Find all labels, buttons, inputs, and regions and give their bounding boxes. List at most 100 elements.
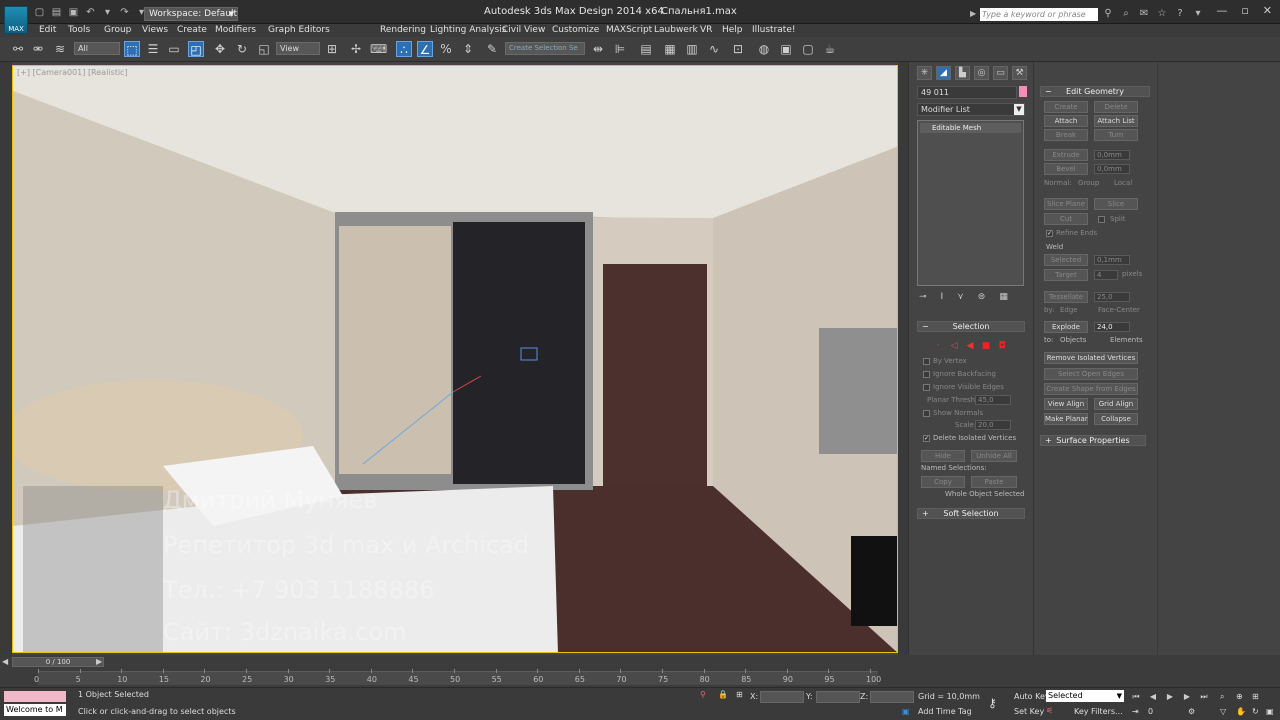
- remove-isolated-button[interactable]: Remove Isolated Vertices: [1044, 352, 1138, 364]
- go-to-start-icon[interactable]: ⏮: [1130, 691, 1142, 702]
- bevel-button[interactable]: Bevel: [1044, 163, 1088, 175]
- vertex-mode-icon[interactable]: ·: [933, 341, 943, 351]
- play-icon[interactable]: ▶: [1164, 691, 1176, 702]
- object-name-field[interactable]: 49 011: [917, 86, 1017, 99]
- tessellate-spinner[interactable]: 25,0: [1094, 292, 1130, 302]
- material-editor-icon[interactable]: ◍: [756, 41, 772, 57]
- rendered-frame-window-icon[interactable]: ▢: [800, 41, 816, 57]
- undo-icon[interactable]: ↶: [85, 7, 96, 18]
- make-planar-button[interactable]: Make Planar: [1044, 413, 1088, 425]
- attach-list-button[interactable]: Attach List: [1094, 115, 1138, 127]
- save-file-icon[interactable]: ▣: [68, 7, 79, 18]
- rectangular-selection-icon[interactable]: ▭: [166, 41, 182, 57]
- unlink-icon[interactable]: ⚮: [30, 41, 46, 57]
- zoom-icon[interactable]: ⌕: [1220, 692, 1224, 702]
- modifier-list-select[interactable]: Modifier List ▼: [917, 103, 1025, 116]
- element-mode-icon[interactable]: ◘: [997, 341, 1007, 351]
- refine-ends-checkbox[interactable]: ✓: [1046, 230, 1053, 237]
- set-keys-icon[interactable]: ⚟: [1046, 706, 1053, 715]
- cut-button[interactable]: Cut: [1044, 213, 1088, 225]
- elements-radio[interactable]: Elements: [1110, 336, 1143, 344]
- selection-rollout-header[interactable]: − Selection: [917, 321, 1025, 332]
- object-color-swatch[interactable]: [1019, 86, 1027, 97]
- collapse-button[interactable]: Collapse: [1094, 413, 1138, 425]
- reference-coordinate-select[interactable]: View: [276, 42, 320, 55]
- camera-viewport[interactable]: [+] [Camera001] [Realistic] Дмитрий Муня…: [12, 65, 898, 653]
- maximize-viewport-icon[interactable]: ▣: [1266, 707, 1274, 716]
- show-end-result-icon[interactable]: Ⅰ: [941, 292, 944, 302]
- maxscript-listener-output[interactable]: [4, 691, 66, 702]
- pan-view-icon[interactable]: ✋: [1236, 707, 1246, 716]
- face-mode-icon[interactable]: ◀: [965, 341, 975, 351]
- select-open-edges-button[interactable]: Select Open Edges: [1044, 368, 1138, 380]
- display-tab-icon[interactable]: ▭: [993, 66, 1008, 80]
- keyboard-shortcut-override-icon[interactable]: ⌨: [370, 41, 387, 57]
- select-and-manipulate-icon[interactable]: ✢: [348, 41, 364, 57]
- delete-isolated-checkbox[interactable]: ✓: [923, 435, 930, 442]
- face-center-radio[interactable]: Face-Center: [1098, 306, 1140, 314]
- snaps-toggle-icon[interactable]: ∴: [396, 41, 412, 57]
- scene-explorer-icon[interactable]: ▤: [638, 41, 654, 57]
- weld-target-spinner[interactable]: 4: [1094, 270, 1118, 280]
- field-of-view-icon[interactable]: ▽: [1220, 707, 1226, 716]
- attach-button[interactable]: Attach: [1044, 115, 1088, 127]
- configure-modifier-sets-icon[interactable]: ▦: [999, 292, 1008, 302]
- curve-editor-icon[interactable]: ∿: [706, 41, 722, 57]
- pin-stack-icon[interactable]: ⊸: [919, 292, 927, 302]
- link-icon[interactable]: ⚯: [10, 41, 26, 57]
- select-and-move-icon[interactable]: ✥: [212, 41, 228, 57]
- auto-key-select[interactable]: Selected ▼: [1046, 690, 1124, 702]
- new-file-icon[interactable]: ▢: [34, 7, 45, 18]
- modify-tab-icon[interactable]: ◢: [936, 66, 951, 80]
- isolate-selection-icon[interactable]: ⚲: [700, 690, 706, 699]
- hierarchy-tab-icon[interactable]: ▙: [955, 66, 970, 80]
- selection-filter-select[interactable]: All: [74, 42, 120, 55]
- communication-center-icon[interactable]: ✉: [1138, 8, 1150, 20]
- soft-selection-rollout-header[interactable]: + Soft Selection: [917, 508, 1025, 519]
- undo-dropdown-icon[interactable]: ▾: [102, 7, 113, 18]
- copy-button[interactable]: Copy: [921, 476, 965, 488]
- extrude-spinner[interactable]: 0,0mm: [1094, 150, 1130, 160]
- pivot-center-icon[interactable]: ⊞: [324, 41, 340, 57]
- slice-plane-button[interactable]: Slice Plane: [1044, 198, 1088, 210]
- modifier-stack[interactable]: Editable Mesh: [917, 120, 1024, 286]
- align-icon[interactable]: ⊫: [612, 41, 628, 57]
- time-slider[interactable]: 0 / 100: [12, 657, 104, 667]
- graphite-ribbon-icon[interactable]: ▥: [684, 41, 700, 57]
- selection-lock-icon[interactable]: 🔒: [718, 690, 728, 699]
- show-normals-checkbox[interactable]: [923, 410, 930, 417]
- binoculars-icon[interactable]: ⚲: [1102, 8, 1114, 20]
- menu-create[interactable]: Create: [177, 25, 207, 35]
- help-icon[interactable]: ?: [1174, 8, 1186, 20]
- workspace-select[interactable]: Workspace: Default ▼: [144, 7, 238, 21]
- motion-tab-icon[interactable]: ◎: [974, 66, 989, 80]
- menu-views[interactable]: Views: [142, 25, 168, 35]
- menu-edit[interactable]: Edit: [39, 25, 56, 35]
- local-radio[interactable]: Local: [1114, 179, 1132, 187]
- add-time-tag[interactable]: Add Time Tag: [918, 707, 972, 716]
- spinner-snap-icon[interactable]: ⇕: [460, 41, 476, 57]
- create-tab-icon[interactable]: ✳: [917, 66, 932, 80]
- app-logo-button[interactable]: MAX: [4, 6, 28, 34]
- break-button[interactable]: Break: [1044, 129, 1088, 141]
- grid-align-button[interactable]: Grid Align: [1094, 398, 1138, 410]
- utilities-tab-icon[interactable]: ⚒: [1012, 66, 1027, 80]
- go-to-end-icon[interactable]: ⏭: [1198, 691, 1210, 702]
- objects-radio[interactable]: Objects: [1060, 336, 1086, 344]
- menu-modifiers[interactable]: Modifiers: [215, 25, 256, 35]
- menu-customize[interactable]: Customize: [552, 25, 599, 35]
- window-crossing-icon[interactable]: ◰: [188, 41, 204, 57]
- search-input[interactable]: Type a keyword or phrase: [980, 8, 1098, 21]
- angle-snap-icon[interactable]: ∠: [417, 41, 433, 57]
- remove-modifier-icon[interactable]: ⊜: [978, 292, 986, 302]
- turn-button[interactable]: Turn: [1094, 129, 1138, 141]
- schematic-view-icon[interactable]: ⊡: [730, 41, 746, 57]
- hide-button[interactable]: Hide: [921, 450, 965, 462]
- named-selection-sets-select[interactable]: Create Selection Se: [505, 42, 585, 55]
- menu-laubwerk[interactable]: Laubwerk: [654, 25, 698, 35]
- absolute-mode-icon[interactable]: ⊞: [736, 690, 743, 699]
- mirror-icon[interactable]: ⇹: [590, 41, 606, 57]
- extrude-button[interactable]: Extrude: [1044, 149, 1088, 161]
- previous-frame-icon[interactable]: ◀: [1147, 691, 1159, 702]
- paste-button[interactable]: Paste: [971, 476, 1017, 488]
